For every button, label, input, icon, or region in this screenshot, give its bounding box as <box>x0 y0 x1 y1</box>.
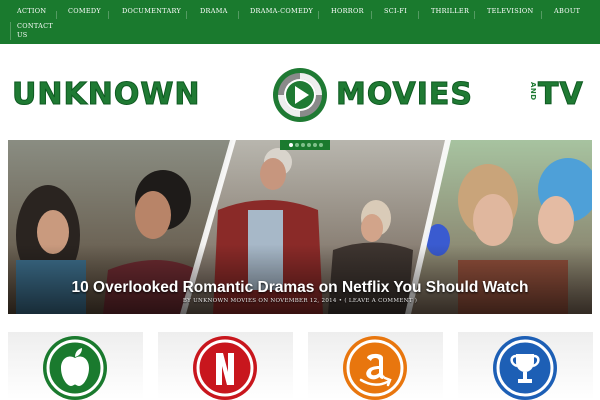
card-apple[interactable] <box>8 332 143 400</box>
nav-item-drama[interactable]: Drama <box>200 7 228 15</box>
nav-divider <box>371 11 372 19</box>
nav-item-about[interactable]: About <box>554 7 580 15</box>
nav-item-action[interactable]: Action <box>17 7 46 15</box>
logo-text-movies: MOVIES <box>335 77 474 112</box>
slider-dot[interactable] <box>319 143 323 147</box>
play-button-icon <box>273 68 327 122</box>
nav-item-television[interactable]: Television <box>487 7 533 15</box>
slider-dot[interactable] <box>313 143 317 147</box>
card-netflix[interactable] <box>158 332 293 400</box>
nav-item-horror[interactable]: Horror <box>331 7 364 15</box>
nav-divider <box>108 11 109 19</box>
nav-item-drama-comedy[interactable]: Drama-Comedy <box>250 7 313 15</box>
slider-title[interactable]: 10 Overlooked Romantic Dramas on Netflix… <box>8 279 592 297</box>
apple-icon <box>43 336 107 400</box>
slider-dot[interactable] <box>301 143 305 147</box>
slider-dot[interactable] <box>295 143 299 147</box>
nav-divider <box>56 11 57 19</box>
site-logo[interactable]: UNKNOWN MOVIES AND TV <box>10 64 592 126</box>
nav-item-contact-us[interactable]: Contact Us <box>17 22 57 40</box>
slider-dot[interactable] <box>289 143 293 147</box>
nav-divider <box>318 11 319 19</box>
card-amazon[interactable] <box>308 332 443 400</box>
slider-dot[interactable] <box>307 143 311 147</box>
nav-item-sci-fi[interactable]: Sci-Fi <box>384 7 407 15</box>
main-nav: Action Comedy Documentary Drama Drama-Co… <box>0 0 600 44</box>
nav-divider <box>541 11 542 19</box>
nav-divider <box>238 11 239 19</box>
nav-item-comedy[interactable]: Comedy <box>68 7 101 15</box>
logo-text-tv: TV <box>538 77 584 112</box>
netflix-icon <box>193 336 257 400</box>
nav-item-documentary[interactable]: Documentary <box>122 7 181 15</box>
card-awards[interactable] <box>458 332 593 400</box>
logo-text-unknown: UNKNOWN <box>12 77 201 112</box>
nav-item-thriller[interactable]: Thriller <box>431 7 469 15</box>
logo-text-and: AND <box>529 82 537 101</box>
nav-divider <box>186 11 187 19</box>
featured-slider[interactable]: 10 Overlooked Romantic Dramas on Netflix… <box>8 140 592 314</box>
amazon-icon <box>343 336 407 400</box>
slider-pagination <box>280 140 330 150</box>
nav-divider <box>10 22 11 40</box>
trophy-icon <box>493 336 557 400</box>
nav-divider <box>474 11 475 19</box>
nav-divider <box>418 11 419 19</box>
slider-meta: By Unknown Movies on November 12, 2014 •… <box>182 298 418 304</box>
